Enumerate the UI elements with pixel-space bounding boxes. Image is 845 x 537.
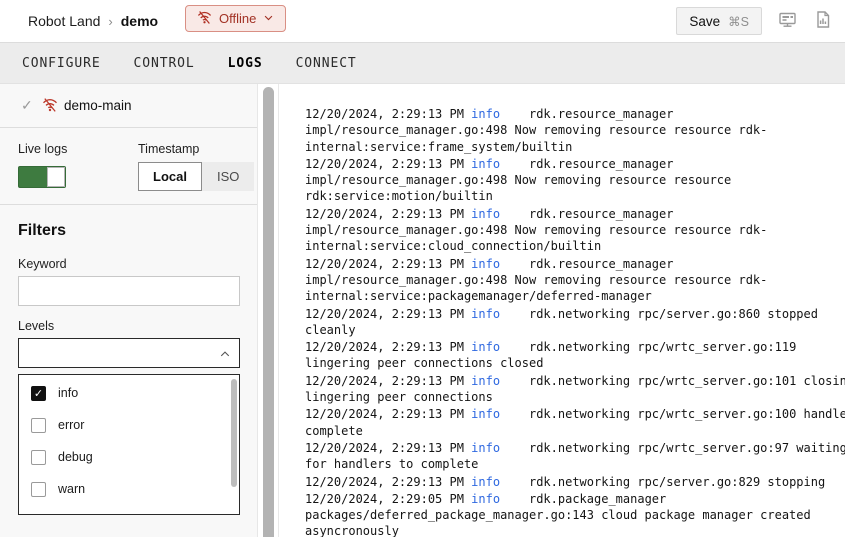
sidebar-machine-row[interactable]: ✓ demo-main	[0, 84, 257, 128]
log-level: info	[471, 157, 500, 171]
log-level: info	[471, 257, 500, 271]
checkbox-icon[interactable]	[31, 418, 46, 433]
log-level: info	[471, 441, 500, 455]
log-entry: 12/20/2024, 2:29:13 PM info rdk.networki…	[305, 373, 845, 406]
save-button[interactable]: Save ⌘S	[676, 7, 762, 35]
live-logs-toggle[interactable]	[18, 166, 66, 188]
save-label: Save	[689, 14, 720, 29]
log-entry: 12/20/2024, 2:29:13 PM info rdk.networki…	[305, 406, 845, 439]
log-entry: 12/20/2024, 2:29:13 PM info rdk.resource…	[305, 256, 845, 305]
log-level: info	[471, 475, 500, 489]
machine-offline-icon	[42, 97, 58, 118]
levels-option-debug[interactable]: debug	[19, 441, 239, 473]
machine-monitor-button[interactable]	[776, 8, 799, 34]
content: ✓ demo-main Live logs Timestamp LocalISO…	[0, 84, 845, 537]
machine-part-name: demo-main	[64, 98, 132, 113]
log-timestamp: 12/20/2024, 2:29:13 PM	[305, 340, 471, 354]
log-timestamp: 12/20/2024, 2:29:13 PM	[305, 407, 471, 421]
timestamp-label: Timestamp	[138, 142, 199, 156]
log-entry: 12/20/2024, 2:29:13 PM info rdk.networki…	[305, 339, 845, 372]
levels-select[interactable]	[18, 338, 240, 368]
tab-bar: CONFIGURE CONTROL LOGS CONNECT	[0, 42, 845, 84]
log-entry: 12/20/2024, 2:29:13 PM info rdk.networki…	[305, 474, 845, 490]
log-timestamp: 12/20/2024, 2:29:13 PM	[305, 257, 471, 271]
log-list: 12/20/2024, 2:29:13 PM info rdk.resource…	[305, 106, 845, 537]
content-scrollbar-thumb[interactable]	[263, 87, 274, 537]
log-controls: Live logs Timestamp LocalISO	[0, 128, 257, 205]
levels-label: Levels	[18, 319, 54, 333]
log-entry: 12/20/2024, 2:29:13 PM info rdk.resource…	[305, 106, 845, 155]
log-level: info	[471, 492, 500, 506]
log-report-button[interactable]	[813, 8, 833, 34]
log-timestamp: 12/20/2024, 2:29:13 PM	[305, 107, 471, 121]
levels-dropdown: ✓ info error debug warn	[18, 374, 240, 515]
checkbox-icon[interactable]	[31, 450, 46, 465]
levels-option-label: error	[58, 418, 84, 432]
toggle-knob	[47, 167, 65, 187]
save-shortcut: ⌘S	[728, 14, 749, 29]
checkbox-checked-icon[interactable]: ✓	[31, 386, 46, 401]
levels-option-item-5[interactable]	[19, 505, 239, 515]
log-panel: 12/20/2024, 2:29:13 PM info rdk.resource…	[278, 84, 845, 537]
tab-connect[interactable]: CONNECT	[296, 56, 357, 71]
levels-options-list: ✓ info error debug warn	[19, 375, 239, 515]
breadcrumb: Robot Land › demo	[28, 0, 158, 42]
levels-option-label: warn	[58, 482, 85, 496]
timestamp-option-local[interactable]: Local	[138, 162, 202, 191]
log-timestamp: 12/20/2024, 2:29:13 PM	[305, 441, 471, 455]
levels-option-error[interactable]: error	[19, 409, 239, 441]
log-level: info	[471, 340, 500, 354]
levels-option-label: info	[58, 386, 78, 400]
log-entry: 12/20/2024, 2:29:13 PM info rdk.networki…	[305, 306, 845, 339]
log-level: info	[471, 207, 500, 221]
tab-logs[interactable]: LOGS	[228, 56, 263, 71]
tab-configure[interactable]: CONFIGURE	[22, 56, 101, 71]
breadcrumb-location[interactable]: Robot Land	[28, 13, 100, 29]
monitor-icon	[778, 10, 797, 32]
checkbox-icon[interactable]	[31, 514, 46, 516]
levels-option-label: debug	[58, 450, 93, 464]
content-scrollbar[interactable]	[263, 85, 274, 537]
log-timestamp: 12/20/2024, 2:29:13 PM	[305, 307, 471, 321]
timestamp-option-iso[interactable]: ISO	[202, 162, 254, 191]
log-level: info	[471, 107, 500, 121]
breadcrumb-machine-name: demo	[121, 13, 158, 29]
log-entry: 12/20/2024, 2:29:05 PM info rdk.package_…	[305, 491, 845, 537]
keyword-input[interactable]	[18, 276, 240, 306]
log-entry: 12/20/2024, 2:29:13 PM info rdk.networki…	[305, 440, 845, 473]
machine-status-badge[interactable]: Offline	[185, 5, 286, 32]
log-timestamp: 12/20/2024, 2:29:13 PM	[305, 157, 471, 171]
chevron-down-icon	[263, 11, 274, 26]
dropdown-scrollbar-thumb[interactable]	[231, 379, 237, 487]
live-logs-label: Live logs	[18, 142, 67, 156]
levels-option-warn[interactable]: warn	[19, 473, 239, 505]
status-label: Offline	[219, 11, 256, 26]
file-chart-icon	[815, 10, 831, 32]
log-entry: 12/20/2024, 2:29:13 PM info rdk.resource…	[305, 206, 845, 255]
log-entry: 12/20/2024, 2:29:13 PM info rdk.resource…	[305, 156, 845, 205]
selected-check-icon: ✓	[21, 97, 33, 114]
tab-control[interactable]: CONTROL	[134, 56, 195, 71]
log-level: info	[471, 374, 500, 388]
header-actions: Save ⌘S	[676, 0, 833, 42]
breadcrumb-separator-icon: ›	[108, 14, 112, 29]
log-timestamp: 12/20/2024, 2:29:05 PM	[305, 492, 471, 506]
log-timestamp: 12/20/2024, 2:29:13 PM	[305, 374, 471, 388]
timestamp-segmented-control: LocalISO	[138, 162, 254, 191]
log-timestamp: 12/20/2024, 2:29:13 PM	[305, 207, 471, 221]
checkbox-icon[interactable]	[31, 482, 46, 497]
wifi-off-icon	[197, 10, 212, 28]
filters-title: Filters	[18, 222, 66, 240]
levels-option-info[interactable]: ✓ info	[19, 377, 239, 409]
logs-sidebar: ✓ demo-main Live logs Timestamp LocalISO…	[0, 84, 258, 537]
log-message: rdk.networking rpc/server.go:829 stoppin…	[500, 475, 825, 489]
log-timestamp: 12/20/2024, 2:29:13 PM	[305, 475, 471, 489]
log-level: info	[471, 307, 500, 321]
keyword-label: Keyword	[18, 257, 67, 271]
app-header: Robot Land › demo Offline Save ⌘S	[0, 0, 845, 42]
log-level: info	[471, 407, 500, 421]
